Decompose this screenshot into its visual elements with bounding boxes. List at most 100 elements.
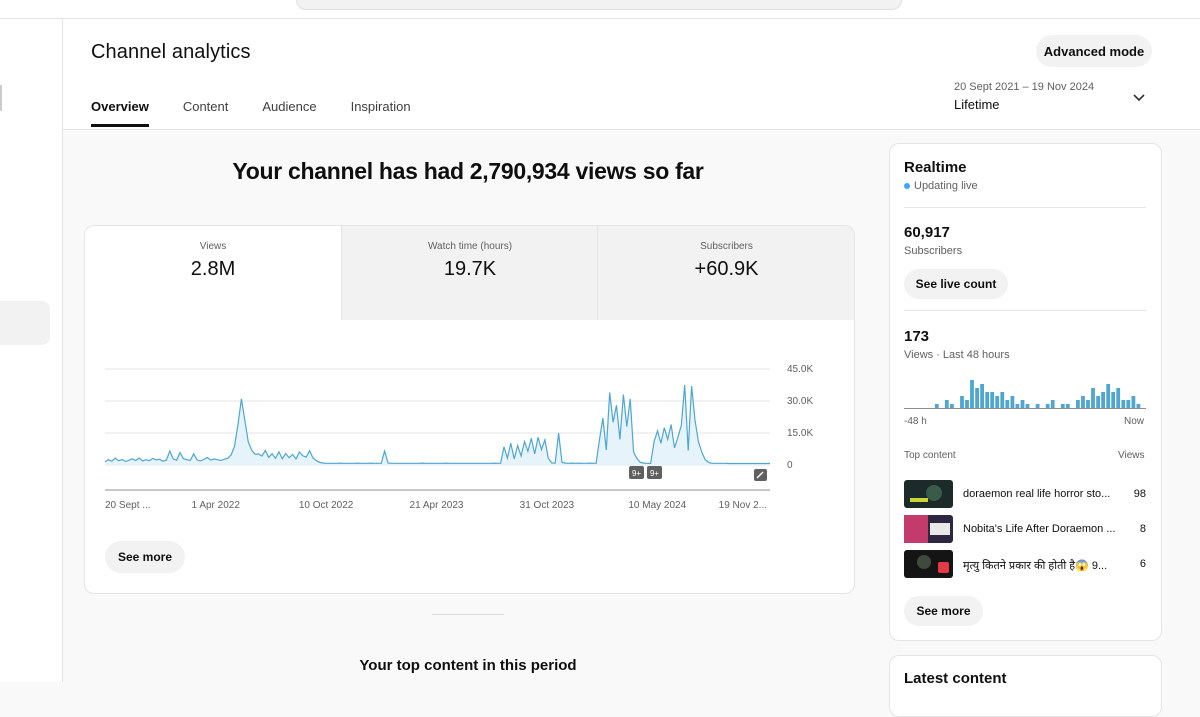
mini-chart-bar[interactable] [1101,392,1105,408]
mini-chart-bar[interactable] [965,400,969,408]
mini-chart-bar[interactable] [1111,392,1116,408]
mini-chart-bar[interactable] [1121,400,1126,408]
subscriber-label: Subscribers [904,245,963,257]
mini-chart-bar[interactable] [1035,404,1040,408]
chevron-down-icon[interactable] [1131,89,1147,105]
date-period-label[interactable]: Lifetime [954,97,1000,112]
views-line-chart[interactable]: 45.0K 30.0K 15.0K 0 20 Sept ... 1 Apr 2022 10… [85,320,854,520]
mini-chart-bar[interactable] [1136,404,1141,408]
tab-inspiration[interactable]: Inspiration [351,99,411,126]
chart-x-tick-label: 31 Oct 2023 [520,500,575,511]
metric-label: Views [199,241,227,252]
mini-chart-bar[interactable] [1005,400,1010,408]
metric-value: 2.8M [190,258,236,280]
realtime-views-label: Views · Last 48 hours [904,349,1010,361]
video-views: 98 [1133,488,1146,500]
mini-chart-bar[interactable] [1000,392,1005,408]
top-bar [0,0,1200,19]
metric-value: +60.9K [694,258,759,280]
mini-chart-bar[interactable] [1091,388,1095,408]
mini-chart-bar[interactable] [975,388,979,408]
mini-chart-bar[interactable] [1045,404,1050,408]
see-more-button[interactable]: See more [105,541,185,573]
analytics-header: Channel analytics Advanced mode Overview… [63,19,1200,130]
mini-chart-bar[interactable] [970,380,974,408]
top-content-row[interactable]: Nobita's Life After Doraemon ... 8 [904,515,1146,543]
mini-chart-bar[interactable] [980,384,984,408]
views-column-label: Views [1118,450,1145,461]
mini-chart-bar[interactable] [1065,404,1070,408]
mini-chart-bar[interactable] [960,396,964,408]
metric-label: Watch time (hours) [427,241,513,252]
realtime-card: Realtime Updating live 60,917 Subscriber… [889,143,1162,641]
badge-text: 9+ [650,469,659,478]
search-bar[interactable] [296,0,902,10]
live-status-text: Updating live [914,180,978,192]
chart-y-tick-label: 30.0K [787,396,813,407]
top-content-row[interactable]: doraemon real life horror sto... 98 [904,480,1146,508]
mini-chart-bar[interactable] [1096,396,1100,408]
mini-chart-bar[interactable] [1086,400,1090,408]
mini-chart-end-label: Now [1124,416,1145,427]
video-title[interactable]: मृत्यु कितने प्रकार की होती है😱 9... [963,558,1123,573]
mini-chart-bar[interactable] [1015,404,1020,408]
left-sidebar [0,19,63,682]
video-title[interactable]: doraemon real life horror sto... [963,488,1123,500]
mini-chart-bar[interactable] [1020,400,1025,408]
chart-badge-2[interactable]: 9+ [647,466,662,479]
mini-chart-bar[interactable] [1126,400,1131,408]
advanced-mode-button[interactable]: Advanced mode [1036,35,1152,67]
mini-chart-bar[interactable] [934,404,939,408]
video-views: 8 [1139,523,1146,535]
see-more-button[interactable]: See more [904,596,983,626]
mini-chart-bar[interactable] [990,392,995,408]
mini-chart-bar[interactable] [1081,396,1085,408]
metric-subscribers[interactable]: Subscribers +60.9K [597,226,854,320]
video-views: 6 [1139,558,1146,570]
see-live-count-button[interactable]: See live count [904,269,1008,299]
mini-chart-bar[interactable] [985,392,990,408]
realtime-bar-chart[interactable] [904,372,1146,412]
metric-value: 19.7K [443,258,497,280]
chart-x-tick-label: 10 Oct 2022 [299,500,354,511]
upload-marker-icon[interactable] [754,469,767,481]
subscriber-count: 60,917 [904,224,950,241]
chart-y-tick-label: 45.0K [787,364,813,375]
mini-chart-bar[interactable] [995,396,1000,408]
top-content-row[interactable]: मृत्यु कितने प्रकार की होती है😱 9... 6 [904,550,1146,578]
page-title: Channel analytics [91,41,251,63]
sidebar-item-analytics[interactable] [0,301,50,345]
mini-chart-bar[interactable] [1106,384,1111,408]
live-status: Updating live [904,180,978,192]
video-thumbnail[interactable] [904,550,953,578]
chart-series-area [105,385,770,465]
video-title[interactable]: Nobita's Life After Doraemon ... [963,523,1123,535]
mini-chart-bar[interactable] [1010,396,1015,408]
date-range-text[interactable]: 20 Sept 2021 – 19 Nov 2024 [954,81,1094,93]
live-dot-icon [904,183,910,189]
top-content-heading: Your top content in this period [359,657,577,674]
tab-audience[interactable]: Audience [262,99,316,126]
mini-chart-bar[interactable] [1050,400,1055,408]
mini-chart-bar[interactable] [1116,388,1121,408]
divider [904,310,1146,311]
chart-badge-1[interactable]: 9+ [629,466,644,479]
mini-chart-start-label: -48 h [904,416,927,427]
mini-chart-bar[interactable] [950,404,954,408]
tab-overview[interactable]: Overview [91,99,149,127]
mini-chart-bar[interactable] [1076,400,1080,408]
video-thumbnail[interactable] [904,480,953,508]
chart-y-tick-label: 15.0K [787,428,813,439]
metric-watch-time[interactable]: Watch time (hours) 19.7K [341,226,598,320]
chart-x-tick-label: 19 Nov 2... [719,500,767,511]
realtime-views-count: 173 [904,328,930,345]
mini-chart-bar[interactable] [1131,396,1136,408]
metric-views[interactable]: Views 2.8M [85,226,341,320]
mini-chart-bar[interactable] [1060,404,1065,408]
tab-bar: Overview Content Audience Inspiration [91,99,445,127]
mini-chart-bar[interactable] [944,400,949,408]
mini-chart-bar[interactable] [1025,404,1030,408]
tab-content[interactable]: Content [183,99,229,126]
divider [904,207,1146,208]
video-thumbnail[interactable] [904,515,953,543]
